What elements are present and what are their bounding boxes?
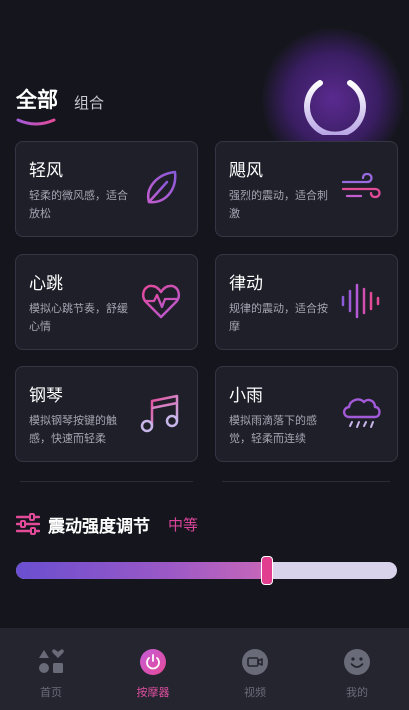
power-icon	[304, 66, 366, 135]
mode-desc: 轻柔的微风感，适合放松	[29, 189, 128, 220]
bottom-navigation: 首页 按摩器 视频 我的	[0, 628, 409, 710]
tab-active-indicator	[16, 118, 56, 126]
mode-card-rhythm[interactable]: 律动 规律的震动，适合按摩	[215, 254, 398, 350]
intensity-level: 中等	[168, 516, 199, 534]
nav-label: 视频	[244, 686, 266, 699]
divider	[222, 481, 390, 482]
mode-title: 律动	[229, 274, 263, 294]
mode-title: 轻风	[29, 161, 63, 181]
mode-desc: 规律的震动，适合按摩	[229, 302, 328, 333]
shapes-icon	[39, 649, 64, 673]
nav-home[interactable]: 首页	[0, 628, 102, 710]
smiley-face-icon	[344, 649, 370, 675]
mode-desc: 强烈的震动，适合刺激	[229, 189, 328, 220]
mode-desc: 模拟心跳节奏，舒缓心情	[29, 302, 128, 333]
nav-massager[interactable]: 按摩器	[102, 628, 204, 710]
power-icon	[140, 649, 166, 675]
leaf-icon	[146, 170, 177, 204]
power-button[interactable]	[294, 58, 376, 140]
intensity-title: 震动强度调节	[48, 517, 150, 537]
mode-title: 钢琴	[29, 386, 63, 406]
slider-fill	[16, 562, 267, 579]
mode-card-breeze[interactable]: 轻风 轻柔的微风感，适合放松	[15, 141, 198, 237]
mode-card-hurricane[interactable]: 飓风 强烈的震动，适合刺激	[215, 141, 398, 237]
divider	[20, 481, 193, 482]
mode-card-light-rain[interactable]: 小雨 模拟雨滴落下的感觉，轻柔而连续	[215, 366, 398, 462]
nav-label: 按摩器	[136, 686, 170, 699]
mode-desc: 模拟钢琴按键的触感，快速而轻柔	[29, 414, 117, 445]
nav-label: 我的	[346, 686, 368, 699]
video-camera-icon	[242, 649, 268, 675]
sliders-icon	[16, 513, 40, 535]
nav-profile[interactable]: 我的	[306, 628, 408, 710]
mode-title: 飓风	[229, 161, 263, 181]
mode-card-piano[interactable]: 钢琴 模拟钢琴按键的触感，快速而轻柔	[15, 366, 198, 462]
mode-card-heartbeat[interactable]: 心跳 模拟心跳节奏，舒缓心情	[15, 254, 198, 350]
mode-title: 小雨	[229, 386, 263, 406]
heartbeat-icon	[141, 284, 181, 319]
slider-thumb[interactable]	[261, 556, 273, 585]
tab-all[interactable]: 全部	[16, 84, 58, 114]
wind-icon	[341, 172, 381, 199]
rain-cloud-icon	[342, 398, 381, 428]
tab-combo[interactable]: 组合	[74, 92, 104, 113]
soundwave-icon	[341, 283, 380, 319]
nav-label: 首页	[40, 686, 62, 699]
nav-video[interactable]: 视频	[204, 628, 306, 710]
music-note-icon	[140, 394, 179, 433]
mode-title: 心跳	[29, 274, 63, 294]
mode-desc: 模拟雨滴落下的感觉，轻柔而连续	[229, 414, 317, 445]
intensity-slider[interactable]	[16, 556, 397, 585]
